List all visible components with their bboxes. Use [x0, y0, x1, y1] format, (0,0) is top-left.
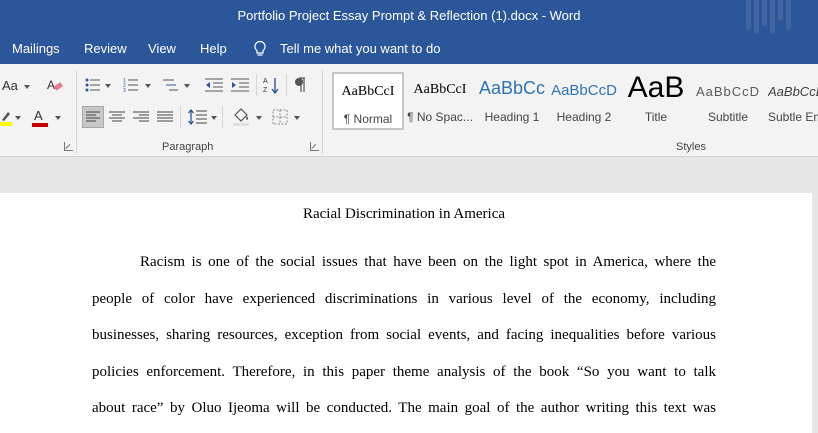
- borders-caret-icon: [294, 116, 300, 120]
- style-name: Title: [644, 110, 668, 124]
- lightbulb-icon[interactable]: [253, 40, 267, 58]
- style-preview: AaBbCcD: [551, 82, 617, 99]
- style-heading-2[interactable]: AaBbCcD Heading 2: [548, 72, 620, 130]
- style-name: Heading 2: [556, 110, 612, 124]
- style-preview: AaBbCcD: [695, 84, 761, 99]
- numbering-icon[interactable]: 1 2 3: [123, 77, 139, 93]
- window-title: Portfolio Project Essay Prompt & Reflect…: [237, 8, 581, 23]
- separator: [222, 106, 223, 128]
- svg-text:3: 3: [123, 88, 126, 93]
- document-page[interactable]: Racial Discrimination in America Racism …: [0, 193, 818, 433]
- document-background: [0, 157, 818, 193]
- separator: [322, 70, 323, 154]
- title-bar-pattern: [744, 0, 796, 34]
- paragraph-line: about race” by Oluo Ijeoma will be condu…: [92, 400, 716, 416]
- style-title[interactable]: AaB Title: [620, 72, 692, 130]
- shading-caret-icon: [256, 116, 262, 120]
- style-preview: AaB: [627, 72, 685, 104]
- style-heading-1[interactable]: AaBbCc Heading 1: [476, 72, 548, 130]
- highlight-caret-icon: [15, 116, 21, 120]
- line-spacing-caret-icon: [211, 116, 217, 120]
- paragraph-line: businesses, sharing resources, exception…: [92, 327, 716, 343]
- tell-me-search[interactable]: Tell me what you want to do: [280, 41, 440, 56]
- styles-group-label: Styles: [676, 141, 706, 153]
- separator: [76, 70, 77, 154]
- document-title: Racial Discrimination in America: [302, 206, 506, 222]
- tab-review[interactable]: Review: [84, 41, 127, 56]
- text-highlight-icon[interactable]: [0, 109, 12, 127]
- style-subtle-emphasis[interactable]: AaBbCcD Subtle Em: [764, 72, 818, 130]
- font-color-caret-icon: [55, 116, 61, 120]
- styles-gallery: AaBbCcI ¶ Normal AaBbCcI ¶ No Spac... Aa…: [330, 70, 818, 132]
- separator: [180, 106, 181, 128]
- multilevel-caret-icon: [184, 84, 190, 88]
- change-case-button[interactable]: Aa: [2, 78, 18, 93]
- paragraph-group-label: Paragraph: [162, 141, 214, 153]
- svg-text:A: A: [263, 78, 268, 85]
- tab-mailings[interactable]: Mailings: [12, 41, 60, 56]
- style-name: ¶ Normal: [343, 112, 393, 126]
- clear-formatting-icon[interactable]: A: [46, 77, 64, 93]
- numbering-caret-icon: [145, 84, 151, 88]
- borders-icon[interactable]: [272, 109, 288, 125]
- align-center-icon[interactable]: [108, 108, 126, 126]
- ribbon: Aa A A 1 2 3 A Z Paragraph AaBbCcI ¶ Nor…: [0, 64, 818, 157]
- svg-text:A: A: [34, 108, 43, 123]
- show-paragraph-marks-icon[interactable]: [294, 77, 306, 93]
- paragraph-line: Racism is one of the social issues that …: [140, 254, 716, 270]
- justify-icon[interactable]: [156, 108, 174, 126]
- title-bar: Portfolio Project Essay Prompt & Reflect…: [0, 0, 818, 34]
- style-name: Heading 1: [484, 110, 540, 124]
- style-no-spacing[interactable]: AaBbCcI ¶ No Spac...: [404, 72, 476, 130]
- paragraph-line: policies enforcement. Therefore, in this…: [92, 364, 716, 380]
- style-name: Subtle Em: [768, 110, 818, 124]
- separator: [286, 74, 287, 96]
- style-name: Subtitle: [707, 110, 749, 124]
- page-edge: [812, 193, 818, 433]
- multilevel-list-icon[interactable]: [162, 77, 178, 93]
- ribbon-tabs: Mailings Review View Help Tell me what y…: [0, 34, 818, 64]
- style-name: ¶ No Spac...: [407, 110, 473, 124]
- decrease-indent-icon[interactable]: [205, 77, 223, 93]
- separator: [256, 74, 257, 96]
- align-right-icon[interactable]: [132, 108, 150, 126]
- style-preview: AaBbCc: [478, 78, 546, 98]
- font-color-icon[interactable]: A: [32, 108, 48, 128]
- align-left-button[interactable]: [82, 106, 104, 128]
- style-preview: AaBbCcI: [413, 82, 467, 97]
- svg-text:Z: Z: [263, 87, 268, 94]
- align-left-icon: [86, 111, 100, 122]
- paragraph-line: people of color have experienced discrim…: [92, 291, 716, 307]
- style-subtitle[interactable]: AaBbCcD Subtitle: [692, 72, 764, 130]
- tab-help[interactable]: Help: [200, 41, 227, 56]
- change-case-caret-icon: [24, 85, 30, 89]
- sort-icon[interactable]: A Z: [263, 76, 279, 94]
- svg-text:A: A: [47, 78, 55, 92]
- shading-icon[interactable]: [231, 107, 251, 127]
- style-normal[interactable]: AaBbCcI ¶ Normal: [332, 72, 404, 130]
- bullets-caret-icon: [105, 84, 111, 88]
- tab-view[interactable]: View: [148, 41, 176, 56]
- line-spacing-icon[interactable]: [188, 108, 208, 126]
- style-preview: AaBbCcI: [341, 84, 395, 99]
- font-dialog-launcher-icon[interactable]: [64, 142, 73, 151]
- bullets-icon[interactable]: [85, 77, 101, 93]
- paragraph-dialog-launcher-icon[interactable]: [310, 142, 319, 151]
- style-preview: AaBbCcD: [768, 84, 818, 99]
- increase-indent-icon[interactable]: [231, 77, 249, 93]
